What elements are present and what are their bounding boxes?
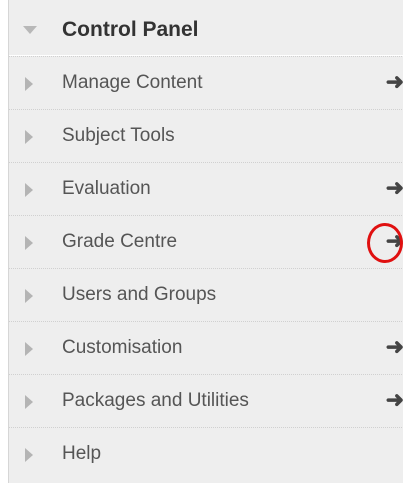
menu-item-customisation[interactable]: Customisation ➜ — [9, 321, 403, 374]
menu-item-label[interactable]: Evaluation — [62, 178, 151, 200]
menu-item-users-and-groups[interactable]: Users and Groups — [9, 268, 403, 321]
menu-item-grade-centre[interactable]: Grade Centre ➜ — [9, 215, 403, 268]
menu-item-manage-content[interactable]: Manage Content ➜ — [9, 56, 403, 109]
arrow-right-icon[interactable]: ➜ — [378, 229, 403, 253]
arrow-right-icon[interactable]: ➜ — [378, 388, 403, 412]
caret-right-icon[interactable] — [25, 183, 33, 197]
menu-item-label[interactable]: Packages and Utilities — [62, 390, 249, 412]
caret-right-icon[interactable] — [25, 289, 33, 303]
menu-item-label[interactable]: Manage Content — [62, 72, 203, 94]
caret-down-icon[interactable] — [23, 26, 37, 34]
menu-item-label[interactable]: Users and Groups — [62, 284, 216, 306]
control-panel-title[interactable]: Control Panel — [62, 18, 199, 42]
menu-item-label[interactable]: Help — [62, 443, 101, 465]
menu-item-label[interactable]: Subject Tools — [62, 125, 175, 147]
menu-item-evaluation[interactable]: Evaluation ➜ — [9, 162, 403, 215]
arrow-right-icon[interactable]: ➜ — [378, 70, 403, 94]
menu-item-subject-tools[interactable]: Subject Tools — [9, 109, 403, 162]
caret-right-icon[interactable] — [25, 77, 33, 91]
caret-right-icon[interactable] — [25, 130, 33, 144]
menu-item-label[interactable]: Grade Centre — [62, 231, 177, 253]
menu-item-packages-and-utilities[interactable]: Packages and Utilities ➜ — [9, 374, 403, 427]
control-panel: Control Panel Manage Content ➜ Subject T… — [8, 0, 403, 483]
caret-right-icon[interactable] — [25, 448, 33, 462]
arrow-right-icon[interactable]: ➜ — [378, 176, 403, 200]
caret-right-icon[interactable] — [25, 395, 33, 409]
menu-item-label[interactable]: Customisation — [62, 337, 182, 359]
menu-item-help[interactable]: Help — [9, 427, 403, 483]
arrow-right-icon[interactable]: ➜ — [378, 335, 403, 359]
control-panel-header[interactable]: Control Panel — [9, 0, 403, 56]
caret-right-icon[interactable] — [25, 236, 33, 250]
caret-right-icon[interactable] — [25, 342, 33, 356]
